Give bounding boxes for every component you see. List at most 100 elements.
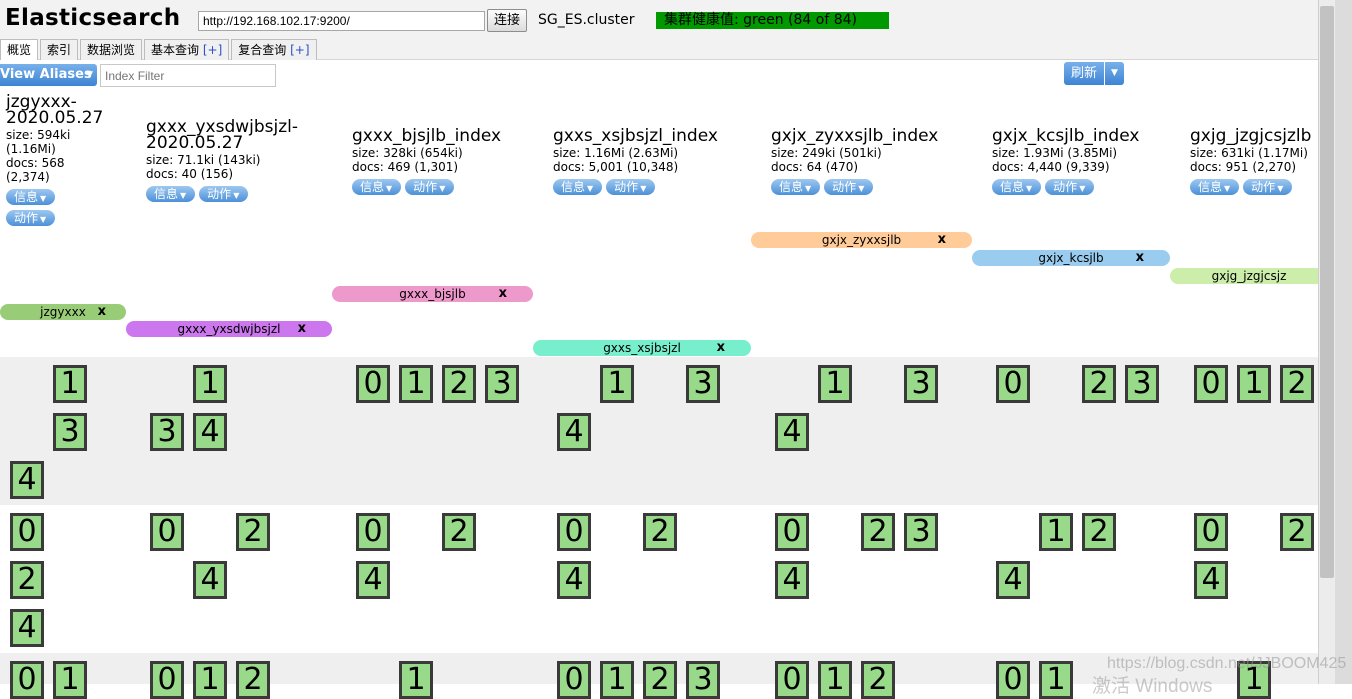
index-info-button[interactable]: 信息 ▼ [553, 179, 603, 195]
shard-box[interactable]: 1 [818, 661, 852, 699]
index-action-button[interactable]: 动作 ▼ [606, 179, 656, 195]
shard-box[interactable]: 1 [193, 365, 227, 403]
shard-box[interactable]: 4 [193, 561, 227, 599]
shard-box[interactable]: 1 [600, 661, 634, 699]
shard-box[interactable]: 4 [10, 461, 44, 499]
cluster-url-input[interactable] [198, 11, 485, 31]
index-info-button[interactable]: 信息 ▼ [6, 189, 56, 205]
shard-box[interactable]: 1 [53, 365, 87, 403]
shard-box[interactable]: 4 [193, 413, 227, 451]
remove-alias-icon[interactable]: x [717, 340, 725, 356]
shard-box[interactable]: 4 [775, 561, 809, 599]
shard-box[interactable]: 1 [1039, 513, 1073, 551]
shard-box[interactable]: 0 [356, 365, 390, 403]
alias-bar[interactable]: gxjx_zyxxsjlb x [751, 232, 972, 248]
shard-box[interactable]: 2 [236, 661, 270, 699]
shard-box[interactable]: 0 [1194, 365, 1228, 403]
alias-bar[interactable]: gxxx_yxsdwjbsjzl x [126, 321, 332, 337]
shard-box[interactable]: 2 [1082, 365, 1116, 403]
shard-box[interactable]: 2 [861, 661, 895, 699]
index-action-button[interactable]: 动作 ▼ [199, 186, 249, 202]
alias-bar[interactable]: gxjg_jzgjcsjz [1170, 268, 1318, 284]
shard-box[interactable]: 3 [686, 661, 720, 699]
shard-box[interactable]: 2 [1280, 513, 1314, 551]
shard-box[interactable]: 0 [557, 513, 591, 551]
shard-box[interactable]: 0 [356, 513, 390, 551]
tab-indices[interactable]: 索引 [40, 39, 79, 60]
shard-box[interactable]: 0 [150, 513, 184, 551]
index-info-button[interactable]: 信息 ▼ [1190, 179, 1240, 195]
shard-box[interactable]: 2 [236, 513, 270, 551]
index-info-button[interactable]: 信息 ▼ [146, 186, 196, 202]
remove-alias-icon[interactable]: x [938, 232, 946, 248]
shard-box[interactable]: 4 [1194, 561, 1228, 599]
shard-box[interactable]: 0 [775, 661, 809, 699]
shard-box[interactable]: 0 [10, 513, 44, 551]
alias-bar[interactable]: gxxx_bjsjlb x [332, 286, 533, 302]
shard-box[interactable]: 2 [1280, 365, 1314, 403]
shard-box[interactable]: 2 [861, 513, 895, 551]
shard-box[interactable]: 1 [1237, 365, 1271, 403]
refresh-button[interactable]: 刷新 [1064, 62, 1104, 85]
remove-alias-icon[interactable]: x [298, 321, 306, 337]
index-action-button[interactable]: 动作 ▼ [1243, 179, 1293, 195]
index-action-button[interactable]: 动作 ▼ [824, 179, 874, 195]
alias-bar[interactable]: gxjx_kcsjlb x [972, 250, 1170, 266]
shard-box[interactable]: 0 [10, 661, 44, 699]
remove-alias-icon[interactable]: x [98, 304, 106, 320]
shard-box[interactable]: 4 [996, 561, 1030, 599]
shard-box[interactable]: 0 [996, 661, 1030, 699]
alias-bar[interactable]: gxxs_xsjbsjzl x [533, 340, 751, 356]
shard-box[interactable]: 0 [557, 661, 591, 699]
shard-box[interactable]: 1 [818, 365, 852, 403]
shard-box[interactable]: 0 [996, 365, 1030, 403]
shard-box[interactable]: 3 [904, 365, 938, 403]
remove-alias-icon[interactable]: x [1136, 250, 1144, 266]
tab-overview[interactable]: 概览 [0, 39, 39, 60]
shard-box[interactable]: 2 [1082, 513, 1116, 551]
index-action-button[interactable]: 动作 ▼ [6, 210, 56, 226]
shard-box[interactable]: 3 [485, 365, 519, 403]
refresh-menu-chevron-icon[interactable]: ▼ [1105, 62, 1124, 85]
shard-box[interactable]: 1 [399, 661, 433, 699]
index-filter-input[interactable] [100, 64, 276, 87]
index-action-button[interactable]: 动作 ▼ [405, 179, 455, 195]
remove-alias-icon[interactable]: x [499, 286, 507, 302]
index-info-button[interactable]: 信息 ▼ [771, 179, 821, 195]
vertical-scrollbar[interactable] [1318, 0, 1335, 684]
pill-label: 动作 [413, 180, 438, 194]
shard-box[interactable]: 2 [643, 513, 677, 551]
alias-bar[interactable]: jzgyxxx x [0, 304, 126, 320]
scrollbar-thumb[interactable] [1320, 6, 1334, 578]
shard-box[interactable]: 0 [775, 513, 809, 551]
shard-box[interactable]: 4 [775, 413, 809, 451]
shard-box[interactable]: 2 [643, 661, 677, 699]
tab-basic-query[interactable]: 基本查询 [+] [144, 39, 230, 60]
shard-box[interactable]: 0 [150, 661, 184, 699]
shard-box[interactable]: 1 [193, 661, 227, 699]
shard-box[interactable]: 2 [442, 513, 476, 551]
shard-box[interactable]: 1 [399, 365, 433, 403]
index-info-button[interactable]: 信息 ▼ [352, 179, 402, 195]
shard-box[interactable]: 1 [1039, 661, 1073, 699]
shard-box[interactable]: 1 [600, 365, 634, 403]
index-info-button[interactable]: 信息 ▼ [992, 179, 1042, 195]
shard-box[interactable]: 2 [10, 561, 44, 599]
shard-box[interactable]: 2 [442, 365, 476, 403]
shard-box[interactable]: 3 [904, 513, 938, 551]
view-aliases-button[interactable]: View Aliases ▼ [0, 64, 97, 86]
shard-box[interactable]: 4 [10, 609, 44, 647]
tab-browser[interactable]: 数据浏览 [80, 39, 143, 60]
shard-box[interactable]: 3 [53, 413, 87, 451]
shard-box[interactable]: 4 [356, 561, 390, 599]
tab-compound-query[interactable]: 复合查询 [+] [231, 39, 317, 60]
shard-box[interactable]: 4 [557, 413, 591, 451]
shard-box[interactable]: 3 [150, 413, 184, 451]
shard-box[interactable]: 0 [1194, 513, 1228, 551]
connect-button[interactable]: 连接 [487, 9, 527, 32]
shard-box[interactable]: 3 [686, 365, 720, 403]
shard-box[interactable]: 4 [557, 561, 591, 599]
shard-box[interactable]: 3 [1125, 365, 1159, 403]
index-action-button[interactable]: 动作 ▼ [1045, 179, 1095, 195]
shard-box[interactable]: 1 [53, 661, 87, 699]
